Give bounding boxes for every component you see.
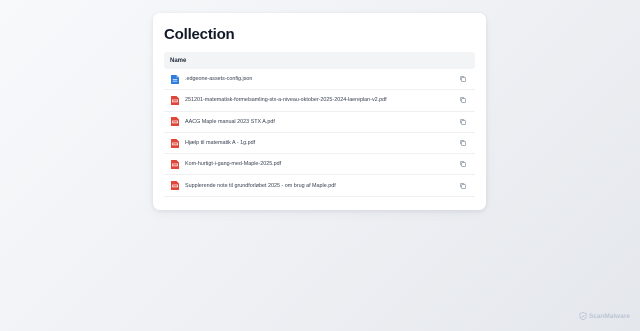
column-header-name: Name <box>170 57 187 64</box>
copy-icon <box>459 76 466 82</box>
copy-button[interactable] <box>458 160 467 169</box>
copy-button[interactable] <box>458 117 467 126</box>
copy-icon <box>459 97 466 104</box>
copy-button[interactable] <box>458 181 467 190</box>
file-name-link[interactable]: .edgeone-assets-config.json <box>185 76 458 82</box>
file-name-link[interactable]: AACG Maple manual 2023 STX A.pdf <box>185 119 458 125</box>
file-list: .edgeone-assets-config.json 251201-matema… <box>164 69 475 197</box>
copy-icon <box>459 118 466 125</box>
copy-button[interactable] <box>458 139 467 148</box>
pdf-file-icon <box>171 138 179 148</box>
copy-button[interactable] <box>458 96 467 105</box>
file-table: Name .edgeone-assets-config.json 251201-m… <box>164 52 475 197</box>
file-name-link[interactable]: Supplerende note til grundforløbet 2025 … <box>185 183 458 189</box>
pdf-file-icon <box>171 117 179 127</box>
file-row[interactable]: AACG Maple manual 2023 STX A.pdf <box>164 112 475 133</box>
file-name-link[interactable]: Kom-hurtigt-i-gang-med-Maple-2025.pdf <box>185 161 458 167</box>
file-row[interactable]: .edgeone-assets-config.json <box>164 69 475 91</box>
pdf-file-icon <box>171 95 179 105</box>
file-row[interactable]: Kom-hurtigt-i-gang-med-Maple-2025.pdf <box>164 154 475 176</box>
copy-button[interactable] <box>458 75 467 84</box>
copy-icon <box>459 140 466 146</box>
copy-icon <box>459 182 466 189</box>
copy-icon <box>459 161 466 168</box>
pdf-file-icon <box>171 159 179 169</box>
file-row[interactable]: Hjælp til matematik A - 1g.pdf <box>164 133 475 155</box>
file-name-link[interactable]: Hjælp til matematik A - 1g.pdf <box>185 140 458 146</box>
page-title: Collection <box>164 26 235 43</box>
file-name-link[interactable]: 251201-matematisk-formelsamling-stx-a-ni… <box>185 97 458 103</box>
pdf-file-icon <box>171 181 179 191</box>
json-file-icon <box>171 74 179 84</box>
table-header: Name <box>164 52 475 69</box>
file-row[interactable]: Supplerende note til grundforløbet 2025 … <box>164 175 475 197</box>
collection-card: Collection Name .edgeone-assets-config.j… <box>153 13 486 210</box>
shield-logo-icon <box>579 312 587 320</box>
brand-label: ScanMalware <box>588 312 630 320</box>
scanmalware-branding: ScanMalware <box>579 312 630 320</box>
file-row[interactable]: 251201-matematisk-formelsamling-stx-a-ni… <box>164 90 475 112</box>
